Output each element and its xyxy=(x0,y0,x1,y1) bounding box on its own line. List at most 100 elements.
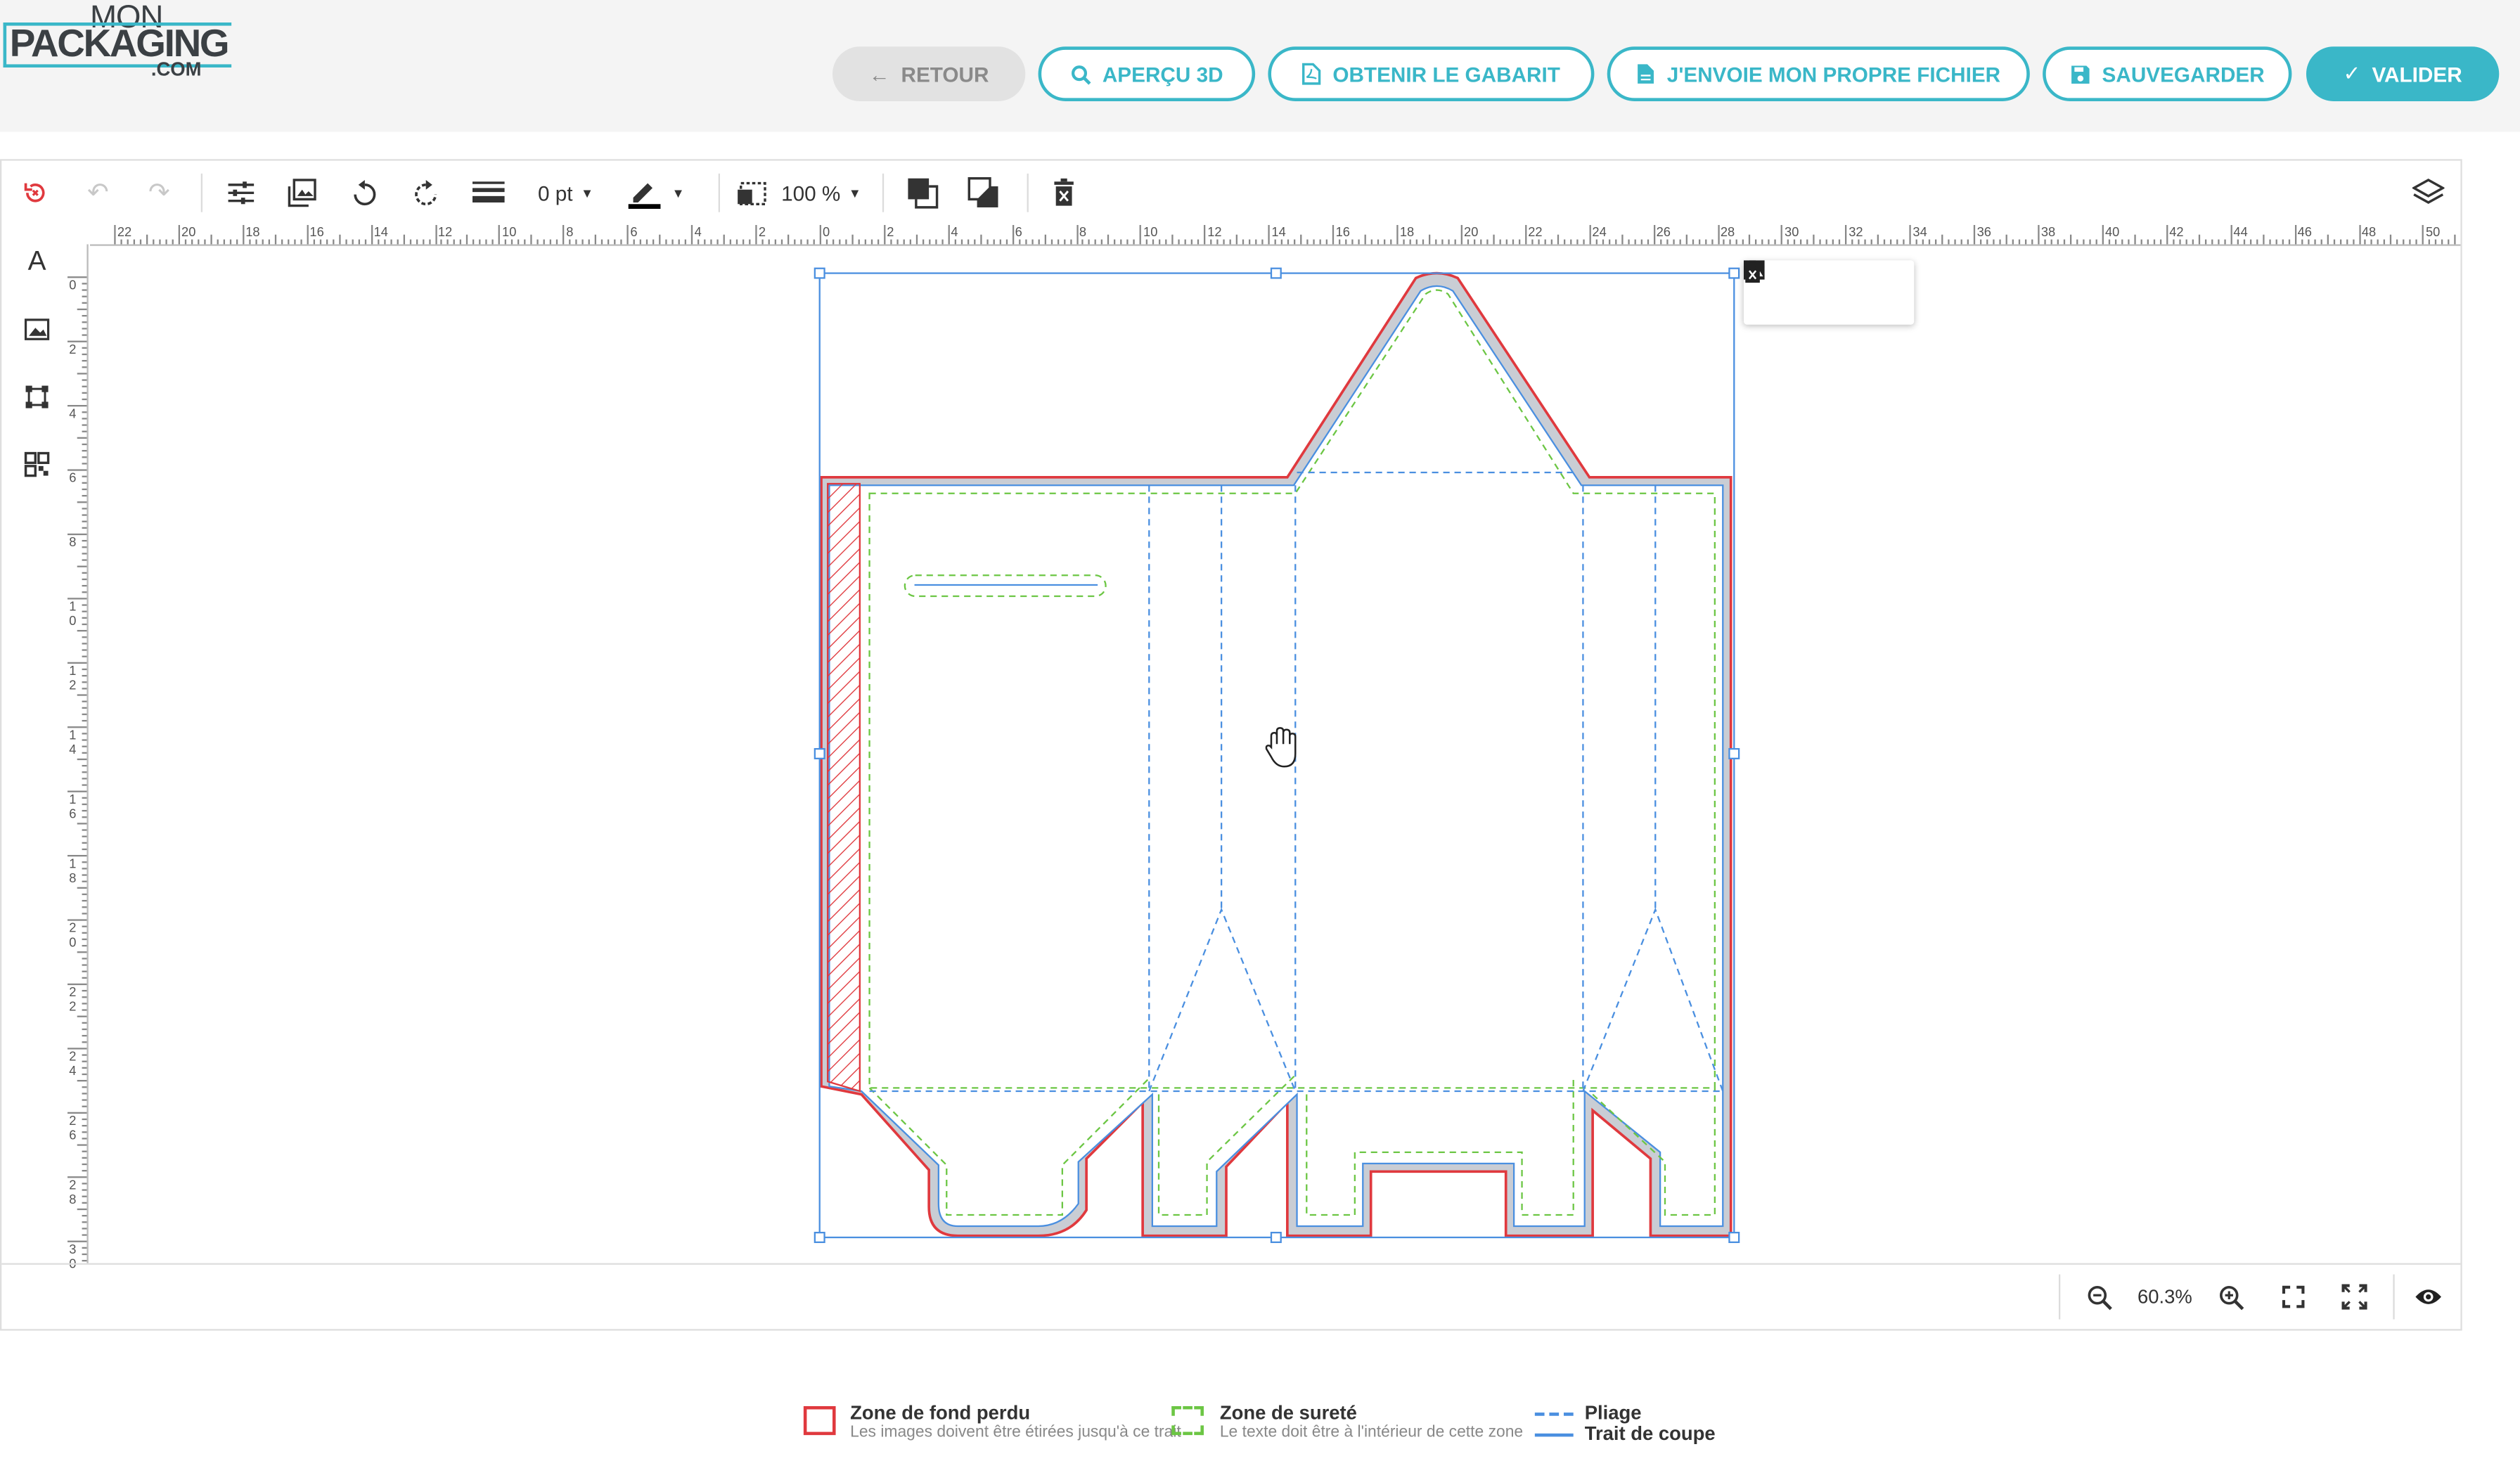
resize-handle[interactable] xyxy=(814,267,825,279)
ruler-tick xyxy=(67,662,87,664)
bring-front-icon[interactable] xyxy=(905,174,940,212)
ruler-tick xyxy=(1428,234,1431,245)
ruler-tick xyxy=(1967,239,1969,245)
stroke-color-select[interactable]: ▼ xyxy=(619,174,693,212)
ruler-tick xyxy=(82,314,87,317)
ruler-tick xyxy=(2416,239,2418,245)
ruler-tick xyxy=(1069,239,1072,245)
ruler-tick xyxy=(82,829,87,831)
ruler-tick xyxy=(2140,239,2142,245)
ruler-tick-label: 4 xyxy=(951,224,958,240)
ruler-tick xyxy=(877,239,879,245)
ruler-tick xyxy=(67,1176,87,1178)
text-icon[interactable]: A xyxy=(19,244,54,279)
resize-handle[interactable] xyxy=(1728,747,1740,759)
ruler-tick-label: 32 xyxy=(1849,224,1863,240)
ruler-tick xyxy=(1403,239,1405,245)
ruler-tick xyxy=(1479,239,1482,245)
ruler-tick xyxy=(780,239,783,245)
ruler-tick-label: 12 xyxy=(69,663,77,693)
resize-handle[interactable] xyxy=(1728,267,1740,279)
ruler-tick xyxy=(1550,239,1552,245)
ruler-tick xyxy=(236,239,238,245)
ruler-tick-label: 0 xyxy=(69,278,77,292)
qrcode-icon[interactable] xyxy=(19,446,54,482)
ruler-tick xyxy=(159,239,161,245)
reset-icon[interactable] xyxy=(18,174,53,212)
ruler-tick xyxy=(813,239,815,245)
validate-button[interactable]: ✓ VALIDER xyxy=(2306,46,2500,101)
ruler-tick xyxy=(1300,234,1302,245)
save-label: SAUVEGARDER xyxy=(2102,61,2265,86)
apercu-3d-button[interactable]: APERÇU 3D xyxy=(1038,46,1256,101)
ruler-tick xyxy=(114,224,116,245)
ruler-tick xyxy=(82,1022,87,1024)
image-replace-icon[interactable] xyxy=(285,174,320,212)
ruler-tick xyxy=(665,239,667,245)
ruler-tick xyxy=(371,224,373,245)
ruler-tick xyxy=(82,572,87,574)
rotate-right-icon[interactable] xyxy=(409,174,444,212)
send-back-icon[interactable] xyxy=(966,174,1001,212)
shape-icon[interactable] xyxy=(19,379,54,414)
ruler-tick xyxy=(1666,239,1668,245)
ruler-tick xyxy=(562,224,565,245)
ruler-tick xyxy=(1595,239,1598,245)
logo[interactable]: MON PACKAGING .COM xyxy=(0,0,231,84)
resize-handle[interactable] xyxy=(1270,267,1282,279)
resize-handle[interactable] xyxy=(1728,1231,1740,1243)
ruler-tick xyxy=(454,239,456,245)
retour-button[interactable]: ← RETOUR xyxy=(832,46,1026,101)
opacity-select[interactable]: 100 % ▼ xyxy=(735,174,863,212)
ruler-tick xyxy=(77,308,87,311)
rotate-left-icon[interactable] xyxy=(347,174,382,212)
ruler-tick xyxy=(82,559,87,561)
ruler-tick xyxy=(223,239,225,245)
ruler-tick xyxy=(2384,239,2386,245)
ruler-tick xyxy=(499,224,501,245)
ruler-tick xyxy=(838,239,841,245)
ruler-tick xyxy=(2396,239,2399,245)
ruler-tick xyxy=(82,861,87,863)
resize-handle[interactable] xyxy=(814,747,825,759)
resize-handle[interactable] xyxy=(1270,1231,1282,1243)
fit-icon[interactable] xyxy=(2276,1279,2311,1314)
design-canvas[interactable] xyxy=(90,246,2460,1263)
ruler-tick xyxy=(832,239,834,245)
delete-icon[interactable] xyxy=(1046,174,1081,212)
ruler-tick xyxy=(1146,239,1148,245)
ruler-tick-label: 22 xyxy=(69,985,77,1015)
zoom-out-icon[interactable] xyxy=(2081,1279,2116,1314)
ruler-tick xyxy=(82,546,87,548)
ruler-tick xyxy=(82,1003,87,1005)
stroke-width-select[interactable]: 0 pt ▼ xyxy=(532,174,600,212)
ruler-tick xyxy=(1133,239,1136,245)
layers-icon[interactable] xyxy=(2411,174,2446,212)
ruler-tick xyxy=(1672,239,1674,245)
ruler-tick xyxy=(281,239,283,245)
undo-icon[interactable]: ↶ xyxy=(80,174,115,212)
delete-icon[interactable] xyxy=(1743,260,1762,283)
ruler-tick xyxy=(1851,239,1854,245)
ruler-tick xyxy=(2243,239,2245,245)
ruler-tick-label: 28 xyxy=(69,1178,77,1207)
ruler-tick xyxy=(326,239,328,245)
upload-file-button[interactable]: J'ENVOIE MON PROPRE FICHIER xyxy=(1607,46,2030,101)
fullscreen-icon[interactable] xyxy=(2336,1279,2372,1314)
gabarit-button[interactable]: OBTENIR LE GABARIT xyxy=(1268,46,1595,101)
resize-handle[interactable] xyxy=(814,1231,825,1243)
check-icon: ✓ xyxy=(2343,60,2361,86)
ruler-tick xyxy=(1313,239,1315,245)
preview-icon[interactable] xyxy=(2411,1279,2446,1314)
save-button[interactable]: SAUVEGARDER xyxy=(2043,46,2292,101)
ruler-tick xyxy=(684,239,687,245)
ruler-tick xyxy=(82,527,87,529)
ruler-tick xyxy=(2301,239,2303,245)
adjust-icon[interactable] xyxy=(224,174,259,212)
image-icon[interactable] xyxy=(19,311,54,347)
ruler-tick xyxy=(2108,239,2110,245)
ruler-tick xyxy=(2262,234,2264,245)
redo-icon[interactable]: ↷ xyxy=(141,174,176,212)
zoom-in-icon[interactable] xyxy=(2213,1279,2248,1314)
line-weight-icon[interactable] xyxy=(469,174,508,212)
